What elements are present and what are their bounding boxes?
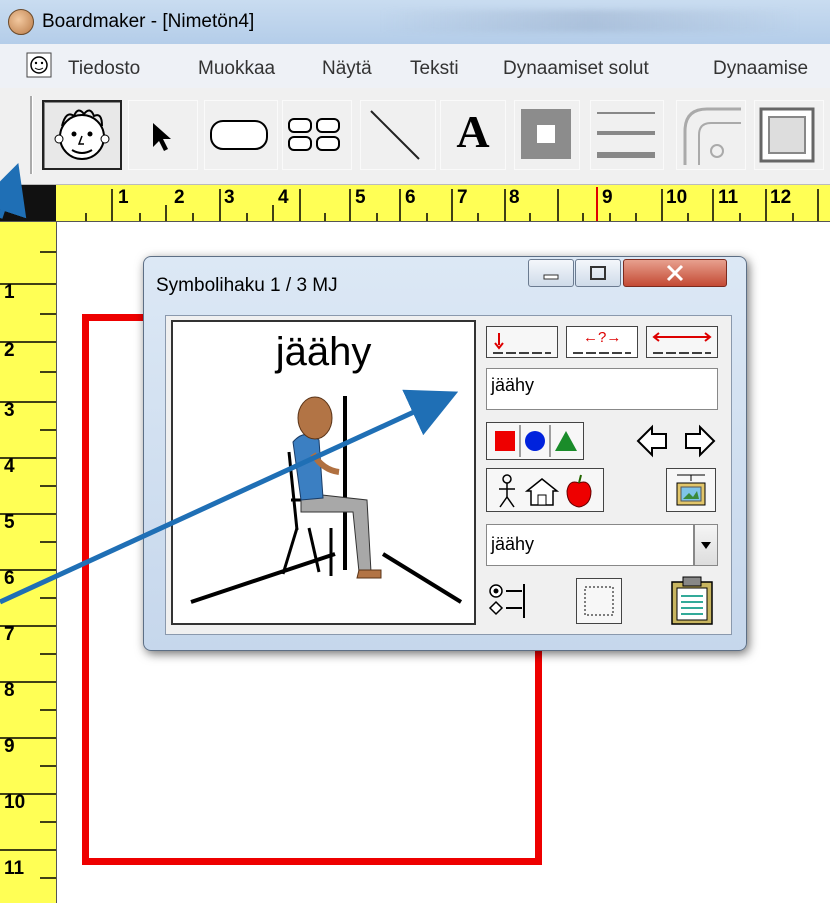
search-start-button[interactable] [486, 326, 558, 358]
ruler-h-8: 8 [509, 187, 520, 208]
maximize-button[interactable] [575, 259, 621, 287]
category-select[interactable]: jäähy [486, 524, 694, 566]
text-tool-icon: A [456, 106, 490, 157]
line-tool-button[interactable] [360, 100, 436, 170]
ruler-h-5: 5 [355, 187, 366, 208]
selection-frame-button[interactable] [576, 578, 622, 624]
ruler-h-9: 9 [602, 187, 613, 208]
ruler-v-5: 5 [4, 512, 15, 533]
close-icon [666, 264, 684, 282]
category-dropdown-button[interactable] [694, 524, 718, 566]
ruler-v-8: 8 [4, 680, 15, 701]
ruler-v-9: 9 [4, 736, 15, 757]
dotted-frame-icon [584, 586, 614, 616]
symbol-search-input[interactable]: jäähy [486, 368, 718, 410]
ruler-h-6: 6 [405, 187, 416, 208]
start-of-word-icon [493, 333, 551, 354]
toolbar-separator [30, 96, 33, 174]
pointer-tool-icon [153, 123, 171, 151]
ruler-h-3: 3 [224, 187, 235, 208]
close-button[interactable] [623, 259, 727, 287]
frame-tool-icon [759, 107, 815, 163]
grid-tool-icon [288, 118, 340, 151]
menu-app-icon[interactable] [26, 52, 52, 78]
ruler-h-12: 12 [770, 187, 792, 208]
rounded-rect-tool-button[interactable] [204, 100, 278, 170]
frame-tool-button[interactable] [754, 100, 824, 170]
ruler-h-2: 2 [174, 187, 185, 208]
corner-tool-icon [683, 107, 741, 165]
menu-teksti[interactable]: Teksti [410, 58, 459, 80]
corner-tool-button[interactable] [676, 100, 746, 170]
ruler-h-11: 11 [718, 187, 739, 208]
clipboard-icon [671, 576, 713, 625]
arrow-left-icon [636, 424, 667, 458]
symbol-finder-dialog: Symbolihaku 1 / 3 MJ jäähy ←?→ jäähy jää… [143, 256, 747, 651]
menubar: Tiedosto Muokkaa Näytä Teksti Dynaamiset… [0, 44, 830, 89]
window-title: Boardmaker - [Nimetön4] [42, 11, 255, 32]
menu-dynaamiset-solut[interactable]: Dynaamiset solut [503, 58, 649, 80]
whole-word-icon [652, 332, 712, 354]
pointer-tool-button[interactable] [128, 100, 198, 170]
vertical-ruler: 1 2 3 4 5 6 7 8 9 10 11 [0, 222, 57, 903]
fill-color-tool-button[interactable] [514, 100, 580, 170]
arrow-right-icon [685, 424, 716, 458]
menu-nayta[interactable]: Näytä [322, 58, 372, 80]
dialog-title: Symbolihaku 1 / 3 MJ [156, 275, 338, 296]
ruler-corner [0, 185, 56, 221]
ruler-v-4: 4 [4, 456, 15, 477]
options-list-button[interactable] [486, 578, 526, 624]
ruler-h-7: 7 [457, 187, 468, 208]
ruler-v-10: 10 [4, 792, 26, 813]
window-titlebar: Boardmaker - [Nimetön4] [0, 0, 830, 45]
ruler-v-2: 2 [4, 340, 15, 361]
symbol-preview[interactable]: jäähy [171, 320, 476, 625]
paste-to-clipboard-button[interactable] [666, 574, 718, 626]
ruler-v-7: 7 [4, 624, 15, 645]
boardmaker-app-icon[interactable] [8, 9, 34, 35]
seated-person-picture [190, 396, 463, 604]
previous-symbol-button[interactable] [634, 422, 672, 460]
ruler-h-1: 1 [118, 187, 129, 208]
menu-muokkaa[interactable]: Muokkaa [198, 58, 275, 80]
line-tool-icon [370, 110, 420, 160]
ruler-v-3: 3 [4, 400, 15, 421]
ruler-v-6: 6 [4, 568, 15, 589]
ruler-v-1: 1 [4, 282, 15, 303]
menu-tiedosto[interactable]: Tiedosto [68, 58, 140, 80]
toolbar: A [0, 88, 830, 185]
line-thickness-tool-button[interactable] [590, 100, 664, 170]
shape-filter-buttons[interactable] [486, 422, 584, 460]
radio-list-icon [488, 584, 525, 618]
search-anywhere-icon [573, 352, 631, 354]
ruler-h-4: 4 [278, 187, 289, 208]
shape-filter-icons [495, 425, 577, 457]
rounded-rect-tool-icon [210, 120, 268, 150]
fill-color-tool-icon [521, 109, 571, 159]
blurred-title-area [380, 10, 800, 32]
grid-tool-button[interactable] [282, 100, 352, 170]
face-tool-icon [54, 109, 110, 160]
line-thickness-tool-icon [597, 112, 655, 158]
chevron-down-icon [701, 542, 711, 549]
picture-category-button[interactable] [666, 468, 716, 512]
search-anywhere-button[interactable]: ←?→ [566, 326, 638, 358]
face-tool-button[interactable] [42, 100, 122, 170]
ruler-v-11: 11 [4, 858, 25, 879]
maximize-icon [590, 266, 606, 280]
framed-picture-icon [676, 474, 706, 506]
category-filter-buttons[interactable] [486, 468, 604, 512]
minimize-icon [543, 274, 559, 280]
next-symbol-button[interactable] [680, 422, 718, 460]
text-tool-button[interactable]: A [440, 100, 506, 170]
search-whole-word-button[interactable] [646, 326, 718, 358]
horizontal-ruler: 1 2 3 4 5 6 7 8 9 10 11 12 [0, 185, 830, 222]
menu-dynaamise[interactable]: Dynaamise [713, 58, 808, 80]
ruler-h-10: 10 [666, 187, 688, 208]
dialog-body: jäähy ←?→ jäähy jäähy [165, 315, 732, 635]
minimize-button[interactable] [528, 259, 574, 287]
category-icons [499, 474, 592, 508]
